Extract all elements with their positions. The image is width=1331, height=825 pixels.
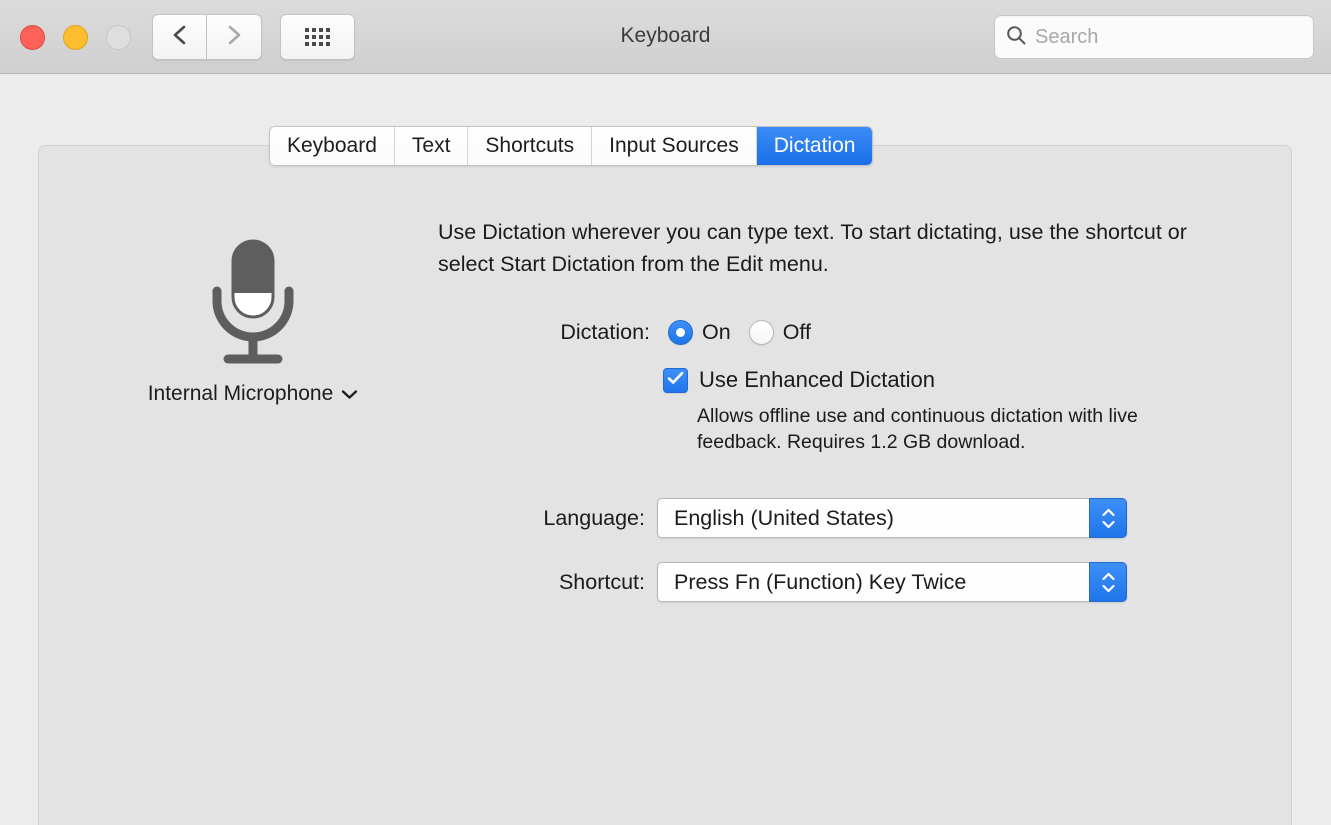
search-field[interactable] (994, 15, 1314, 59)
language-popup-button[interactable]: English (United States) (657, 498, 1127, 538)
enhanced-dictation-checkbox[interactable] (663, 367, 688, 393)
dictation-radio-on[interactable]: On (668, 320, 731, 345)
tab-text[interactable]: Text (394, 127, 469, 165)
search-icon (1005, 24, 1027, 51)
radio-off-label: Off (782, 320, 811, 344)
microphone-icon (128, 235, 378, 370)
language-value: English (United States) (674, 505, 894, 530)
stepper-updown-icon[interactable] (1089, 562, 1127, 602)
radio-off-indicator[interactable] (748, 320, 774, 345)
shortcut-row: Shortcut: Press Fn (Function) Key Twice (440, 562, 1127, 602)
tab-shortcuts[interactable]: Shortcuts (468, 127, 593, 165)
dictation-toggle-row: Dictation: On Off (440, 320, 860, 345)
checkmark-icon (667, 371, 684, 390)
tab-dictation[interactable]: Dictation (756, 127, 873, 165)
search-input[interactable] (1035, 25, 1303, 49)
language-label: Language: (543, 505, 645, 530)
radio-on-indicator[interactable] (668, 320, 693, 345)
microphone-block: Internal Microphone (128, 235, 378, 406)
shortcut-label: Shortcut: (558, 569, 645, 594)
dictation-description: Use Dictation wherever you can type text… (438, 220, 1187, 276)
radio-on-label: On (702, 320, 731, 344)
dictation-label: Dictation: (560, 320, 650, 344)
enhanced-dictation-checkbox-row[interactable]: Use Enhanced Dictation (663, 367, 935, 393)
shortcut-value: Press Fn (Function) Key Twice (674, 569, 967, 594)
stepper-updown-icon[interactable] (1089, 498, 1127, 538)
tab-keyboard[interactable]: Keyboard (270, 127, 395, 165)
tab-input-sources[interactable]: Input Sources (592, 127, 757, 165)
enhanced-dictation-label: Use Enhanced Dictation (699, 367, 936, 392)
chevron-down-icon (341, 382, 358, 406)
tab-bar: Keyboard Text Shortcuts Input Sources Di… (269, 126, 874, 166)
window-titlebar: Keyboard (0, 0, 1331, 74)
language-row: Language: English (United States) (440, 498, 1127, 538)
enhanced-dictation-note: Allows offline use and continuous dictat… (697, 405, 1138, 453)
microphone-source-label: Internal Microphone (147, 382, 334, 405)
microphone-source-popup[interactable]: Internal Microphone (148, 382, 359, 406)
shortcut-popup-button[interactable]: Press Fn (Function) Key Twice (657, 562, 1127, 602)
dictation-radio-off[interactable]: Off (748, 320, 811, 345)
